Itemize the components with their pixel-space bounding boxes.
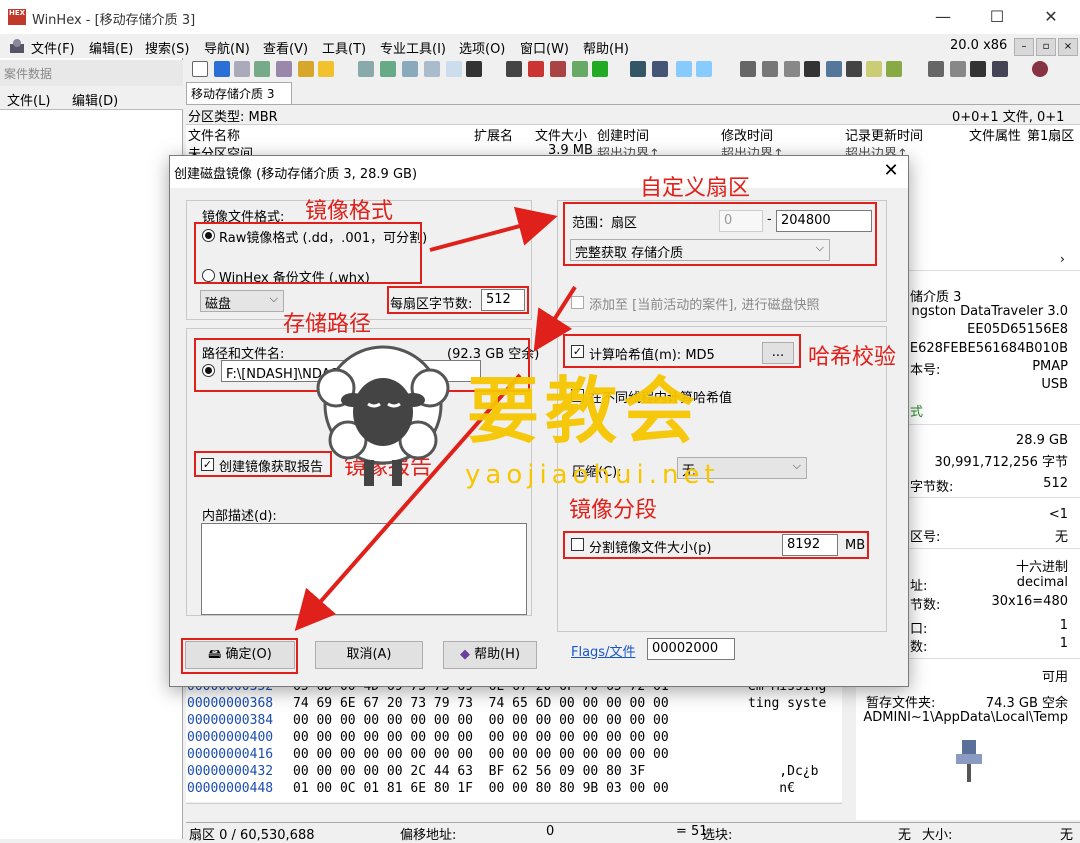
watermark-text: 要教会 (467, 369, 702, 453)
sheep-logo-icon (308, 340, 458, 490)
arrow-format-to-range (429, 206, 558, 252)
watermark-url: yaojiaohui.net (465, 460, 720, 490)
arrow-range-to-hash (533, 285, 577, 352)
